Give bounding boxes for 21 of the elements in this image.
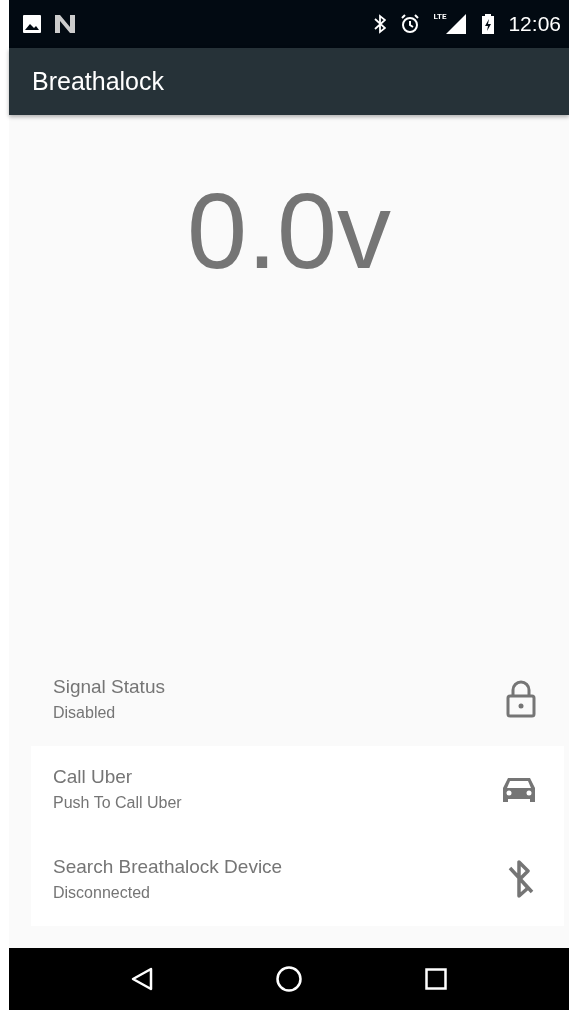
app-title: Breathalock <box>32 67 165 96</box>
image-icon <box>23 15 41 33</box>
lock-icon <box>506 680 536 718</box>
recents-icon[interactable] <box>425 968 448 990</box>
voltage-reading: 0.0v <box>186 177 392 285</box>
network-type: LTE <box>433 12 447 21</box>
bluetooth-icon <box>373 14 386 34</box>
item-title[interactable]: Call Uber <box>53 766 502 788</box>
item-title: Signal Status <box>53 676 166 698</box>
battery-icon <box>482 14 495 34</box>
item-subtitle: Disconnected <box>53 884 151 902</box>
home-icon[interactable] <box>276 966 302 992</box>
alarm-icon <box>399 14 420 34</box>
item-subtitle: Disabled <box>53 704 117 722</box>
bluetooth-off-icon <box>506 860 536 898</box>
n-logo-icon <box>55 15 75 33</box>
item-title[interactable]: Search Breathalock Device <box>53 856 506 878</box>
clock-time: 12:06 <box>508 12 561 36</box>
item-subtitle: Push To Call Uber <box>53 794 183 812</box>
back-icon[interactable] <box>130 967 153 991</box>
signal-icon <box>446 14 469 34</box>
